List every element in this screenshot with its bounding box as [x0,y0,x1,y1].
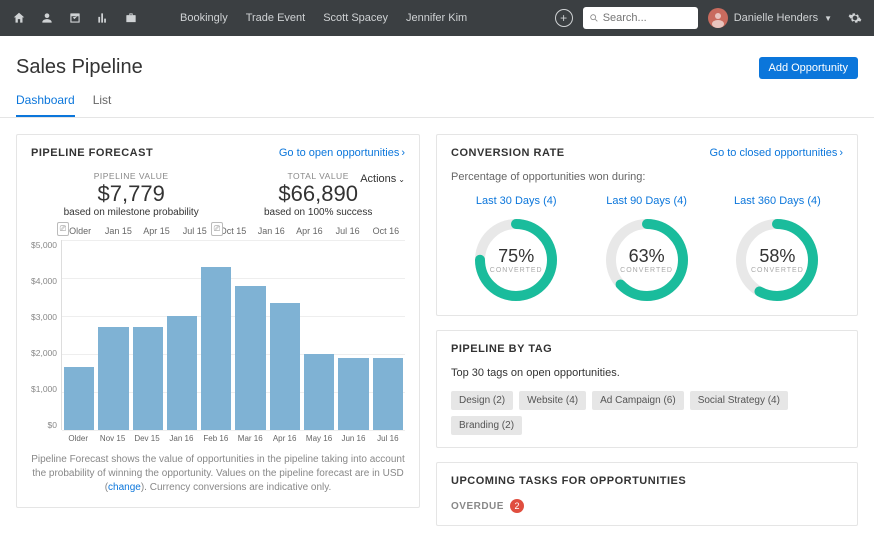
overdue-badge: 2 [510,499,524,513]
chart-bar[interactable] [201,267,231,430]
open-opportunities-link[interactable]: Go to open opportunities › [279,147,405,159]
tag-row: Design (2) Website (4) Ad Campaign (6) Soci… [451,391,843,435]
user-menu[interactable]: Danielle Henders ▼ [708,8,832,28]
card-title: PIPELINE BY TAG [451,343,552,355]
nav-link[interactable]: Scott Spacey [323,12,388,24]
chart-bar[interactable] [98,327,128,430]
change-currency-link[interactable]: change [108,482,141,493]
calendar-icon[interactable] [68,11,82,25]
user-icon[interactable] [40,11,54,25]
card-title: PIPELINE FORECAST [31,147,153,159]
conversion-donut: 63%CONVERTED [604,217,690,303]
search-box[interactable] [583,7,698,29]
card-title: CONVERSION RATE [451,147,565,159]
chevron-down-icon: ⌄ [398,175,405,184]
conversion-item: Last 30 Days (4) 75%CONVERTED [473,195,559,303]
briefcase-icon[interactable] [124,11,138,25]
chart-bar[interactable] [338,358,368,430]
pipeline-forecast-card: PIPELINE FORECAST Go to open opportuniti… [16,134,420,508]
content: PIPELINE FORECAST Go to open opportuniti… [0,118,874,542]
topbar: Bookingly Trade Event Scott Spacey Jenni… [0,0,874,36]
nav-icons [12,11,138,25]
conversion-rate-card: CONVERSION RATE Go to closed opportuniti… [436,134,858,316]
chevron-right-icon: › [401,147,405,159]
actions-dropdown[interactable]: Actions ⌄ [360,173,405,185]
add-icon[interactable]: + [555,9,573,27]
chart-bar[interactable] [304,354,334,430]
search-icon [589,13,599,23]
overdue-row: OVERDUE 2 [451,499,843,513]
topbar-right: + Danielle Henders ▼ [555,7,862,29]
tab-dashboard[interactable]: Dashboard [16,93,75,117]
chart-x-axis: OlderNov 15Dev 15Jan 16Feb 16Mar 16Apr 1… [61,434,405,443]
conversion-donut: 58%CONVERTED [734,217,820,303]
right-column: CONVERSION RATE Go to closed opportuniti… [436,134,858,526]
add-opportunity-button[interactable]: Add Opportunity [759,57,859,79]
tag[interactable]: Ad Campaign (6) [592,391,684,410]
conversion-donut: 75%CONVERTED [473,217,559,303]
nav-link[interactable]: Bookingly [180,12,228,24]
slider-handle-right[interactable]: ⎚ [211,222,223,236]
chart-bar[interactable] [270,303,300,430]
chart-bar[interactable] [167,316,197,430]
chart-y-axis: $5,000$4,000$3,000$2,000$1,000$0 [31,240,61,430]
conversion-period-link[interactable]: Last 360 Days (4) [734,195,821,207]
pipeline-value: PIPELINE VALUE $7,779 based on milestone… [64,171,199,218]
chart-bar[interactable] [235,286,265,430]
tabs: Dashboard List [0,83,874,118]
chart-bar[interactable] [64,367,94,430]
gear-icon[interactable] [848,11,862,25]
slider-handle-left[interactable]: ⎚ [57,222,69,236]
forecast-summary: PIPELINE VALUE $7,779 based on milestone… [31,171,405,218]
page-title: Sales Pipeline [16,56,143,79]
avatar [708,8,728,28]
time-slider[interactable]: ⎚ ⎚ OlderJan 15Apr 15Jul 15Oct 15Jan 16A… [61,226,405,236]
nav-link[interactable]: Jennifer Kim [406,12,467,24]
conversion-period-link[interactable]: Last 90 Days (4) [604,195,690,207]
tag[interactable]: Social Strategy (4) [690,391,788,410]
page-header: Sales Pipeline Add Opportunity [0,36,874,83]
pipeline-by-tag-card: PIPELINE BY TAG Top 30 tags on open oppo… [436,330,858,448]
tags-note: Top 30 tags on open opportunities. [451,367,843,379]
home-icon[interactable] [12,11,26,25]
total-value: TOTAL VALUE $66,890 based on 100% succes… [264,171,372,218]
conversion-item: Last 360 Days (4) 58%CONVERTED [734,195,821,303]
tag[interactable]: Website (4) [519,391,586,410]
chevron-right-icon: › [839,147,843,159]
chevron-down-icon: ▼ [824,14,832,23]
forecast-footnote: Pipeline Forecast shows the value of opp… [31,453,405,495]
tag[interactable]: Design (2) [451,391,513,410]
left-column: PIPELINE FORECAST Go to open opportuniti… [16,134,420,508]
chart-bar[interactable] [133,327,163,430]
tab-list[interactable]: List [93,93,112,117]
nav-link[interactable]: Trade Event [246,12,306,24]
conversion-period-link[interactable]: Last 30 Days (4) [473,195,559,207]
chart-icon[interactable] [96,11,110,25]
card-title: UPCOMING TASKS FOR OPPORTUNITIES [451,475,686,487]
upcoming-tasks-card: UPCOMING TASKS FOR OPPORTUNITIES OVERDUE… [436,462,858,526]
conversion-row: Last 30 Days (4) 75%CONVERTED Last 90 Days… [451,195,843,303]
closed-opportunities-link[interactable]: Go to closed opportunities › [710,147,843,159]
forecast-chart: $5,000$4,000$3,000$2,000$1,000$0 [31,240,405,430]
overdue-label: OVERDUE [451,501,504,512]
chart-bar[interactable] [373,358,403,430]
chart-bars [61,240,405,430]
nav-links: Bookingly Trade Event Scott Spacey Jenni… [180,12,467,24]
user-name: Danielle Henders [734,12,818,24]
search-input[interactable] [603,12,683,24]
tag[interactable]: Branding (2) [451,416,522,435]
conversion-item: Last 90 Days (4) 63%CONVERTED [604,195,690,303]
conversion-subtitle: Percentage of opportunities won during: [451,171,843,183]
